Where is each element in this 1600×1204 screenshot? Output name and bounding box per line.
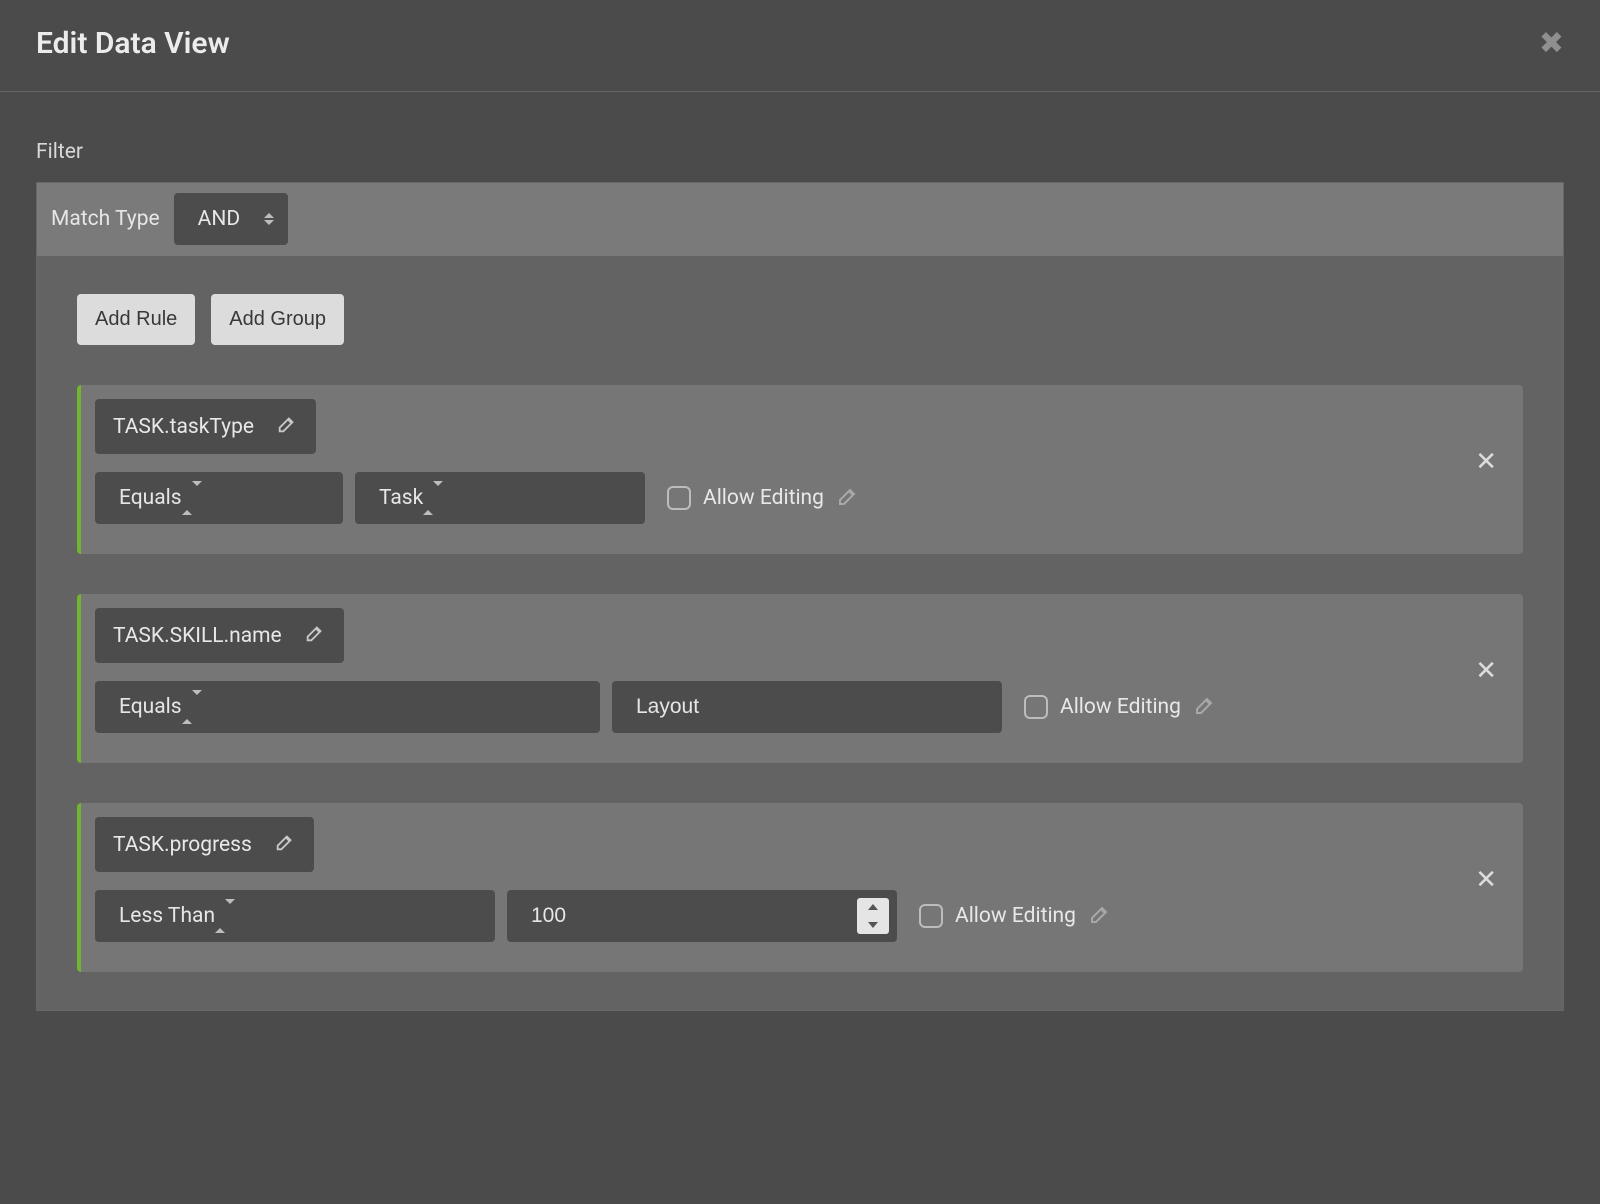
close-icon[interactable]: ✕	[1475, 447, 1497, 477]
rule-field-name: TASK.SKILL.name	[113, 624, 282, 648]
rule-remove: ✕	[1465, 399, 1507, 524]
number-spinner	[857, 898, 889, 934]
value-select[interactable]: Task	[355, 472, 645, 524]
filter-section-label: Filter	[36, 140, 1564, 164]
pencil-icon[interactable]	[1088, 902, 1112, 931]
dialog-body: Filter Match Type AND Add Rule Add Group…	[0, 92, 1600, 1011]
allow-editing-label: Allow Editing	[703, 486, 824, 510]
filter-rule: TASK.taskType Equals Ta	[77, 385, 1523, 554]
operator-select[interactable]: Equals	[95, 681, 600, 733]
chevron-updown-icon	[182, 690, 202, 724]
rule-field-chip: TASK.taskType	[95, 399, 316, 454]
filter-rule: TASK.SKILL.name Equals	[77, 594, 1523, 763]
rule-field-chip: TASK.progress	[95, 817, 314, 872]
rule-remove: ✕	[1465, 817, 1507, 942]
match-type-row: Match Type AND	[37, 183, 1563, 255]
close-icon[interactable]: ✕	[1475, 865, 1497, 895]
allow-editing-label: Allow Editing	[955, 904, 1076, 928]
operator-select[interactable]: Less Than	[95, 890, 495, 942]
match-type-label: Match Type	[51, 207, 160, 231]
spinner-up-icon[interactable]	[857, 898, 889, 916]
value-input[interactable]	[507, 890, 857, 942]
filter-rule: TASK.progress Less Than	[77, 803, 1523, 972]
rule-field-chip: TASK.SKILL.name	[95, 608, 344, 663]
rule-field-name: TASK.taskType	[113, 415, 254, 439]
allow-editing-label: Allow Editing	[1060, 695, 1181, 719]
rule-controls: Equals Allow Editing	[95, 681, 1465, 733]
rule-field-name: TASK.progress	[113, 833, 252, 857]
chevron-updown-icon	[423, 481, 443, 515]
rule-controls: Less Than	[95, 890, 1465, 942]
allow-editing-checkbox[interactable]	[1024, 695, 1048, 719]
close-icon[interactable]: ✕	[1475, 656, 1497, 686]
pencil-icon[interactable]	[1193, 693, 1217, 722]
pencil-icon[interactable]	[304, 622, 326, 649]
add-rule-button[interactable]: Add Rule	[77, 294, 195, 345]
rules-area: Add Rule Add Group TASK.taskType Equals	[37, 255, 1563, 1010]
dialog-title: Edit Data View	[36, 26, 230, 61]
chevron-updown-icon	[264, 213, 274, 225]
chevron-updown-icon	[182, 481, 202, 515]
operator-value: Equals	[119, 695, 182, 719]
match-type-select[interactable]: AND	[174, 193, 288, 245]
rule-controls: Equals Task Allow Editing	[95, 472, 1465, 524]
filter-panel: Match Type AND Add Rule Add Group TASK.t…	[36, 182, 1564, 1011]
allow-editing-checkbox[interactable]	[919, 904, 943, 928]
allow-editing-checkbox[interactable]	[667, 486, 691, 510]
pencil-icon[interactable]	[836, 484, 860, 513]
spinner-down-icon[interactable]	[857, 916, 889, 934]
add-group-button[interactable]: Add Group	[211, 294, 344, 345]
close-icon[interactable]: ✖	[1539, 26, 1564, 61]
chevron-updown-icon	[215, 899, 235, 933]
rule-buttons-row: Add Rule Add Group	[77, 294, 1523, 345]
rule-remove: ✕	[1465, 608, 1507, 733]
operator-value: Less Than	[119, 904, 215, 928]
pencil-icon[interactable]	[274, 831, 296, 858]
value-number-input[interactable]	[507, 890, 897, 942]
rule-value: Task	[379, 486, 423, 510]
operator-select[interactable]: Equals	[95, 472, 343, 524]
dialog-header: Edit Data View ✖	[0, 0, 1600, 92]
match-type-value: AND	[198, 207, 240, 231]
operator-value: Equals	[119, 486, 182, 510]
value-input[interactable]	[612, 681, 1002, 733]
pencil-icon[interactable]	[276, 413, 298, 440]
